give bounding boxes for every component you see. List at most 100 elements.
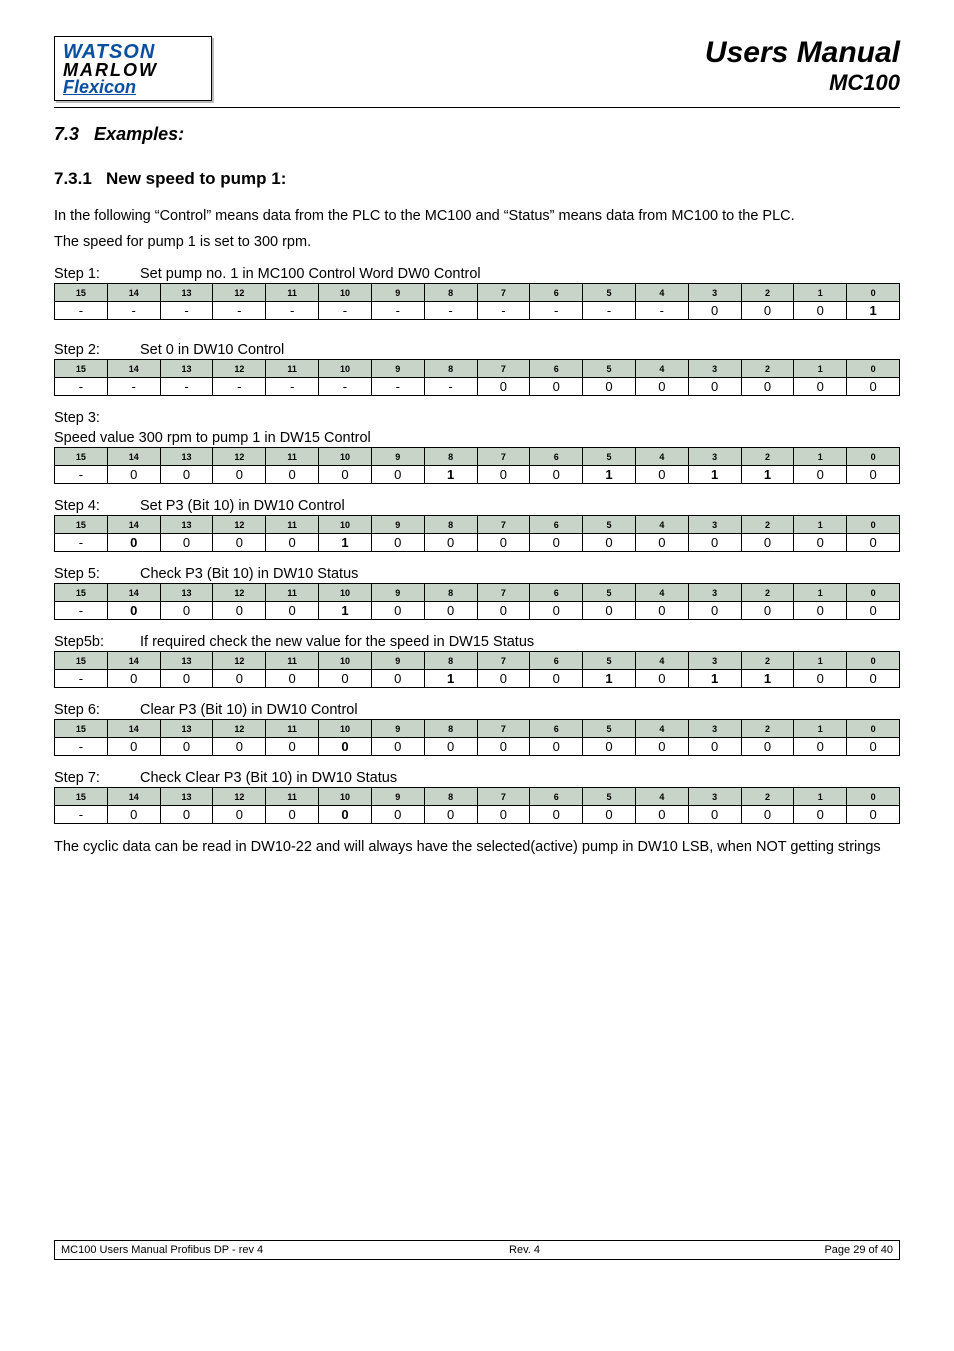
bit-header-cell: 3 xyxy=(688,788,741,806)
bit-header-cell: 11 xyxy=(266,652,319,670)
bit-header-cell: 9 xyxy=(371,360,424,378)
step-label: Step 2: xyxy=(54,342,140,358)
bit-header-cell: 11 xyxy=(266,584,319,602)
step-description: If required check the new value for the … xyxy=(140,634,534,650)
bit-header-cell: 6 xyxy=(530,516,583,534)
bit-header-cell: 3 xyxy=(688,516,741,534)
bit-header-cell: 5 xyxy=(583,652,636,670)
bit-header-cell: 12 xyxy=(213,720,266,738)
bit-value-cell: - xyxy=(213,378,266,396)
bit-value-cell: 0 xyxy=(213,602,266,620)
bit-value-cell: 0 xyxy=(371,602,424,620)
bit-header-cell: 9 xyxy=(371,720,424,738)
bit-header-cell: 12 xyxy=(213,584,266,602)
bit-header-cell: 9 xyxy=(371,448,424,466)
bit-value-cell: - xyxy=(55,378,108,396)
step-label: Step 4: xyxy=(54,498,140,514)
step-description: Check Clear P3 (Bit 10) in DW10 Status xyxy=(140,770,397,786)
bit-value-cell: 0 xyxy=(213,738,266,756)
bit-value-cell: 0 xyxy=(847,602,900,620)
bit-value-cell: 0 xyxy=(107,466,160,484)
bit-value-cell: - xyxy=(160,302,213,320)
bit-header-cell: 1 xyxy=(794,516,847,534)
title-model: MC100 xyxy=(705,70,900,96)
bit-value-cell: 0 xyxy=(741,602,794,620)
bit-header-cell: 13 xyxy=(160,516,213,534)
bit-header-cell: 2 xyxy=(741,720,794,738)
bit-header-cell: 15 xyxy=(55,360,108,378)
bit-value-cell: 0 xyxy=(583,738,636,756)
bit-header-cell: 4 xyxy=(635,720,688,738)
page-footer: MC100 Users Manual Profibus DP - rev 4 R… xyxy=(54,1240,900,1260)
bit-header-cell: 1 xyxy=(794,652,847,670)
bit-value-cell: 0 xyxy=(794,738,847,756)
bit-value-cell: - xyxy=(266,378,319,396)
bit-header-cell: 13 xyxy=(160,284,213,302)
bit-header-cell: 2 xyxy=(741,584,794,602)
bit-value-cell: 1 xyxy=(424,670,477,688)
bit-header-cell: 6 xyxy=(530,720,583,738)
bit-value-cell: 0 xyxy=(213,806,266,824)
bit-value-cell: 0 xyxy=(160,466,213,484)
bit-value-cell: 0 xyxy=(635,738,688,756)
bit-value-cell: 0 xyxy=(107,534,160,552)
section-title: Examples: xyxy=(94,124,184,144)
bit-header-cell: 10 xyxy=(319,360,372,378)
bit-header-cell: 12 xyxy=(213,360,266,378)
bit-header-cell: 0 xyxy=(847,516,900,534)
bit-header-cell: 12 xyxy=(213,788,266,806)
header-rule xyxy=(54,107,900,108)
bit-header-cell: 14 xyxy=(107,284,160,302)
bit-header-cell: 14 xyxy=(107,788,160,806)
bit-value-cell: 0 xyxy=(794,302,847,320)
bit-value-cell: 0 xyxy=(477,670,530,688)
bit-value-cell: 1 xyxy=(319,534,372,552)
bit-value-cell: - xyxy=(266,302,319,320)
bit-value-cell: 0 xyxy=(741,302,794,320)
bit-value-cell: 1 xyxy=(688,670,741,688)
bit-value-cell: - xyxy=(477,302,530,320)
bit-value-cell: 0 xyxy=(847,806,900,824)
bit-value-cell: 0 xyxy=(583,378,636,396)
bit-header-cell: 5 xyxy=(583,788,636,806)
bit-header-cell: 4 xyxy=(635,584,688,602)
title-main: Users Manual xyxy=(705,36,900,70)
bit-value-cell: - xyxy=(55,466,108,484)
bit-header-cell: 14 xyxy=(107,516,160,534)
bit-value-cell: - xyxy=(160,378,213,396)
subsection-heading: 7.3.1 New speed to pump 1: xyxy=(54,169,900,189)
closing-paragraph: The cyclic data can be read in DW10-22 a… xyxy=(54,838,900,858)
bit-value-cell: 0 xyxy=(424,602,477,620)
step-description: Set 0 in DW10 Control xyxy=(140,342,284,358)
bit-value-cell: 0 xyxy=(688,738,741,756)
bit-value-cell: - xyxy=(530,302,583,320)
bit-header-cell: 13 xyxy=(160,652,213,670)
step-label: Step5b: xyxy=(54,634,140,650)
bit-value-cell: 1 xyxy=(688,466,741,484)
bit-header-cell: 12 xyxy=(213,652,266,670)
bit-header-cell: 0 xyxy=(847,448,900,466)
bit-header-cell: 6 xyxy=(530,360,583,378)
bit-value-cell: 0 xyxy=(319,738,372,756)
bit-header-cell: 12 xyxy=(213,448,266,466)
bit-header-cell: 0 xyxy=(847,584,900,602)
step-caption: Step 2:Set 0 in DW10 Control xyxy=(54,342,900,358)
bit-header-cell: 7 xyxy=(477,652,530,670)
bit-table: 1514131211109876543210-000000000000000 xyxy=(54,719,900,756)
bit-header-cell: 8 xyxy=(424,652,477,670)
bit-value-cell: - xyxy=(371,378,424,396)
bit-value-cell: 0 xyxy=(530,806,583,824)
bit-value-cell: 0 xyxy=(107,602,160,620)
step-label: Step 1: xyxy=(54,266,140,282)
bit-header-cell: 10 xyxy=(319,516,372,534)
bit-header-cell: 4 xyxy=(635,284,688,302)
bit-value-cell: - xyxy=(55,670,108,688)
bit-header-cell: 9 xyxy=(371,652,424,670)
bit-table: 1514131211109876543210------------0001 xyxy=(54,283,900,320)
bit-value-cell: 0 xyxy=(213,534,266,552)
bit-value-cell: 0 xyxy=(160,806,213,824)
bit-header-cell: 11 xyxy=(266,516,319,534)
bit-header-cell: 0 xyxy=(847,360,900,378)
subsection-number: 7.3.1 xyxy=(54,169,92,188)
bit-header-cell: 7 xyxy=(477,360,530,378)
